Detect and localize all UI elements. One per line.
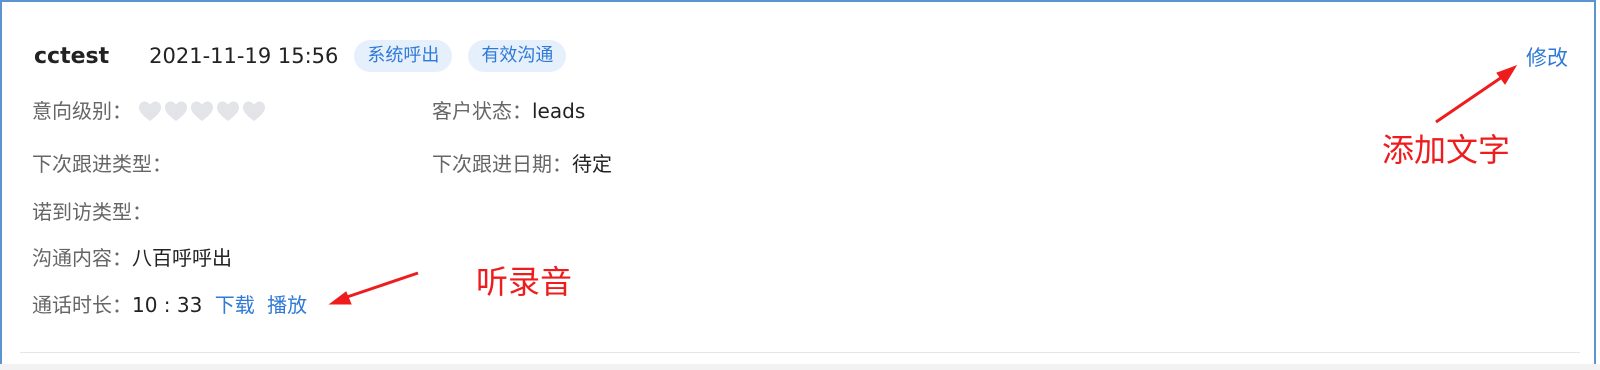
heart-icon[interactable] xyxy=(242,100,266,122)
customer-status-field: 客户状态：leads xyxy=(432,96,585,126)
call-duration-field: 通话时长：10 : 33 下载 播放 xyxy=(32,290,307,320)
play-recording-link[interactable]: 播放 xyxy=(267,293,307,317)
next-followup-date-value: 待定 xyxy=(572,152,612,176)
tag-effective-communication: 有效沟通 xyxy=(468,40,567,72)
next-followup-date-field: 下次跟进日期：待定 xyxy=(432,149,612,179)
record-header: cctest 2021-11-19 15:56 系统呼出 有效沟通 xyxy=(34,38,567,74)
next-followup-type-label: 下次跟进类型： xyxy=(32,152,172,176)
heart-icon[interactable] xyxy=(138,100,162,122)
next-followup-type-field: 下次跟进类型： xyxy=(32,149,172,179)
next-followup-date-label: 下次跟进日期： xyxy=(432,152,572,176)
customer-status-label: 客户状态： xyxy=(432,99,532,123)
record-datetime: 2021-11-19 15:56 xyxy=(149,44,339,68)
tag-system-outbound: 系统呼出 xyxy=(354,40,453,72)
intent-level-field: 意向级别： xyxy=(32,96,266,126)
card-gap xyxy=(0,364,1600,370)
communication-content-label: 沟通内容： xyxy=(32,246,132,270)
username: cctest xyxy=(34,43,110,69)
edit-annotation-text: 添加文字 xyxy=(1382,131,1511,169)
communication-content-value: 八百呼呼出 xyxy=(132,246,232,270)
intent-rating[interactable] xyxy=(138,100,266,122)
promised-visit-type-field: 诺到访类型： xyxy=(32,197,152,227)
heart-icon[interactable] xyxy=(216,100,240,122)
call-duration-value: 10 : 33 xyxy=(132,293,203,317)
customer-status-value: leads xyxy=(532,99,586,123)
heart-icon[interactable] xyxy=(164,100,188,122)
download-recording-link[interactable]: 下载 xyxy=(215,293,255,317)
play-annotation-text: 听录音 xyxy=(476,263,573,301)
divider xyxy=(20,352,1580,353)
heart-icon[interactable] xyxy=(190,100,214,122)
edit-button[interactable]: 修改 xyxy=(1526,42,1568,72)
communication-content-field: 沟通内容：八百呼呼出 xyxy=(32,243,232,273)
promised-visit-type-label: 诺到访类型： xyxy=(32,200,152,224)
intent-level-label: 意向级别： xyxy=(32,99,132,123)
call-duration-label: 通话时长： xyxy=(32,293,132,317)
